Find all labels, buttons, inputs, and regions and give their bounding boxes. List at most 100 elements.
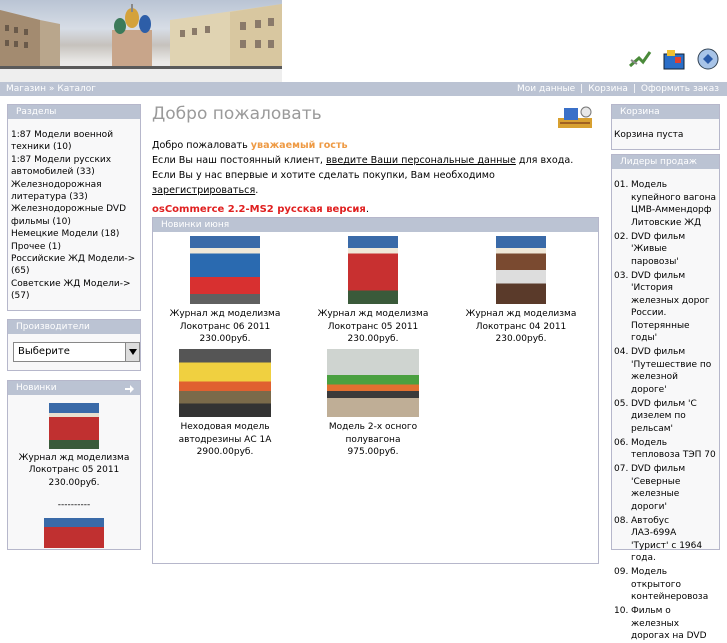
bestseller-item[interactable]: 06. Модель тепловоза ТЭП 70 xyxy=(614,437,716,462)
separator: | xyxy=(580,84,584,94)
breadcrumb-home[interactable]: Магазин xyxy=(6,84,46,94)
breadcrumb: Магазин » Каталог xyxy=(6,82,96,96)
header-banner-image xyxy=(0,0,282,82)
whats-new-product-price: 230.00руб. xyxy=(48,477,100,488)
whats-new-product-name-2[interactable]: Локотранс 05 2011 xyxy=(11,464,137,476)
bestseller-link[interactable]: Модель тепловоза ТЭП 70 xyxy=(631,438,716,461)
top-links: Мои данные | Корзина | Оформить заказ xyxy=(517,82,719,96)
checkout-icon[interactable] xyxy=(695,46,721,72)
rank: 04. xyxy=(614,347,629,357)
page-header xyxy=(0,0,727,82)
bestseller-link[interactable]: DVD фильм 'С дизелем по рельсам' xyxy=(631,399,697,434)
manufacturers-header: Производители xyxy=(8,320,140,334)
bestseller-item[interactable]: 07. DVD фильм 'Северные железные дороги' xyxy=(614,463,716,513)
welcome-illustration-icon xyxy=(556,104,596,130)
manufacturer-select-value: Выберите xyxy=(18,345,70,357)
header-icons xyxy=(627,46,721,72)
bestseller-item[interactable]: 09. Модель открытого контейнеровоза xyxy=(614,566,716,604)
product-card[interactable]: Неходовая модель автодрезины АС 1А 2900.… xyxy=(155,349,295,459)
checkout-link[interactable]: Оформить заказ xyxy=(641,84,719,94)
product-name-2[interactable]: автодрезины АС 1А xyxy=(155,434,295,447)
manufacturer-select[interactable]: Выберите xyxy=(13,342,140,362)
whats-new-product-name[interactable]: Журнал жд моделизма xyxy=(11,452,137,464)
account-icon[interactable] xyxy=(627,46,653,72)
product-price: 230.00руб. xyxy=(495,334,547,344)
breadcrumb-catalog[interactable]: Каталог xyxy=(57,84,96,94)
category-link[interactable]: Российские ЖД Модели-> (65) xyxy=(11,253,137,278)
cart-empty-text: Корзина пуста xyxy=(612,119,719,149)
category-link[interactable]: Советские ЖД Модели-> (57) xyxy=(11,278,137,303)
rank: 10. xyxy=(614,606,629,616)
product-image[interactable] xyxy=(327,349,419,417)
category-link[interactable]: Прочее (1) xyxy=(11,241,137,253)
bestseller-link[interactable]: Фильм о железных дорогах на DVD xyxy=(631,606,707,641)
breadcrumb-separator: » xyxy=(48,84,55,94)
cart-icon[interactable] xyxy=(661,46,687,72)
bestseller-item[interactable]: 03. DVD фильм 'История железных дорог Рос… xyxy=(614,270,716,345)
bestseller-item[interactable]: 02. DVD фильм 'Живые паровозы' xyxy=(614,231,716,269)
product-card[interactable]: Журнал жд моделизма Локотранс 04 2011 23… xyxy=(451,236,591,346)
bestseller-item[interactable]: 08. Автобус ЛАЗ-699А 'Турист' с 1964 года… xyxy=(614,515,716,565)
manufacturers-box: Производители Выберите xyxy=(7,319,141,371)
rank: 06. xyxy=(614,437,629,448)
product-name[interactable]: Журнал жд моделизма xyxy=(303,308,443,321)
product-card[interactable]: Модель 2-х осного полувагона 975.00руб. xyxy=(303,349,443,459)
punctuation: . xyxy=(365,204,370,215)
product-name[interactable]: Неходовая модель xyxy=(155,421,295,434)
category-link[interactable]: 1:87 Модели военной техники (10) xyxy=(11,129,137,154)
category-link[interactable]: Немецкие Модели (18) xyxy=(11,228,137,240)
new-products-box: Новинки июня Журнал жд моделизма Локотра… xyxy=(152,217,599,564)
punctuation: . xyxy=(255,185,259,196)
bestseller-link[interactable]: DVD фильм 'История железных дорог России… xyxy=(631,271,710,344)
separator: | xyxy=(632,84,636,94)
welcome-prefix: Добро пожаловать xyxy=(152,140,248,151)
rank: 09. xyxy=(614,567,629,577)
product-name-2[interactable]: Локотранс 06 2011 xyxy=(155,321,295,334)
whats-new-product-image[interactable] xyxy=(49,403,99,449)
bestseller-item[interactable]: 04. DVD фильм 'Путешествие по железной до… xyxy=(614,346,716,396)
bestsellers-box: Лидеры продаж 01. Модель купейного вагона… xyxy=(611,154,720,641)
product-image[interactable] xyxy=(190,236,260,304)
product-card[interactable]: Журнал жд моделизма Локотранс 05 2011 23… xyxy=(303,236,443,346)
rank: 07. xyxy=(614,464,629,474)
chevron-down-icon[interactable] xyxy=(125,343,139,361)
main-content: Добро пожаловать Добро пожаловать уважае… xyxy=(152,104,599,564)
bestseller-item[interactable]: 05. DVD фильм 'С дизелем по рельсам' xyxy=(614,398,716,436)
rank: 01. xyxy=(614,180,629,190)
register-link[interactable]: зарегистрироваться xyxy=(152,185,255,196)
product-name[interactable]: Журнал жд моделизма xyxy=(155,308,295,321)
product-name-2[interactable]: Локотранс 05 2011 xyxy=(303,321,443,334)
divider: ---------- xyxy=(57,500,91,511)
product-name[interactable]: Модель 2-х осного полувагона xyxy=(303,421,443,446)
cart-box: Корзина Корзина пуста xyxy=(611,104,720,150)
category-link[interactable]: 1:87 Модели русских автомобилей (33) xyxy=(11,154,137,179)
bestseller-link[interactable]: Модель купейного вагона ЦМВ-Аммендорф Ли… xyxy=(631,180,716,228)
bestseller-link[interactable]: DVD фильм 'Северные железные дороги' xyxy=(631,464,685,512)
arrow-right-icon[interactable] xyxy=(125,384,134,393)
welcome-text-line: Если Вы наш постоянный клиент, xyxy=(152,155,323,166)
bestseller-link[interactable]: Модель открытого контейнеровоза xyxy=(631,567,708,602)
product-price: 230.00руб. xyxy=(347,334,399,344)
product-image[interactable] xyxy=(179,349,271,417)
category-link[interactable]: Железнодорожные DVD фильмы (10) xyxy=(11,203,137,228)
my-account-link[interactable]: Мои данные xyxy=(517,84,575,94)
product-price: 975.00руб. xyxy=(347,447,399,457)
bestseller-link[interactable]: Автобус ЛАЗ-699А 'Турист' с 1964 года. xyxy=(631,516,702,564)
welcome-text: Добро пожаловать уважаемый гость Если Вы… xyxy=(152,138,599,198)
whats-new-product-image-2[interactable] xyxy=(44,517,104,548)
cart-link[interactable]: Корзина xyxy=(588,84,628,94)
bestseller-item[interactable]: 01. Модель купейного вагона ЦМВ-Аммендорф… xyxy=(614,179,716,229)
categories-header: Разделы xyxy=(8,105,140,119)
product-name-2[interactable]: Локотранс 04 2011 xyxy=(451,321,591,334)
product-card[interactable]: Журнал жд моделизма Локотранс 06 2011 23… xyxy=(155,236,295,346)
product-image[interactable] xyxy=(348,236,398,304)
login-link[interactable]: введите Ваши персональные данные xyxy=(326,155,516,166)
bestseller-link[interactable]: DVD фильм 'Путешествие по железной дорог… xyxy=(631,347,711,395)
product-name[interactable]: Журнал жд моделизма xyxy=(451,308,591,321)
page-title: Добро пожаловать xyxy=(152,104,322,124)
bestseller-item[interactable]: 10. Фильм о железных дорогах на DVD xyxy=(614,605,716,643)
product-price: 230.00руб. xyxy=(199,334,251,344)
product-image[interactable] xyxy=(496,236,546,304)
bestseller-link[interactable]: DVD фильм 'Живые паровозы' xyxy=(631,232,685,267)
category-link[interactable]: Железнодорожная литература (33) xyxy=(11,179,137,204)
